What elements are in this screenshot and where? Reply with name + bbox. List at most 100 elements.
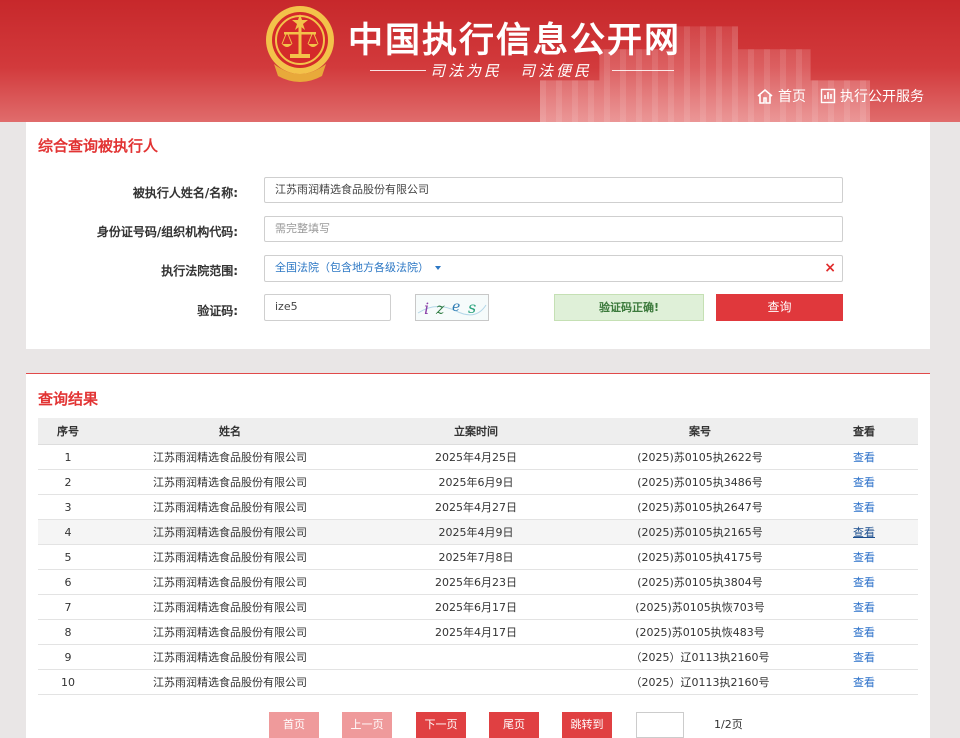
row-no: 6: [38, 569, 98, 595]
row-date: [362, 669, 590, 695]
row-name: 江苏雨润精选食品股份有限公司: [98, 494, 362, 520]
name-label: 被执行人姓名/名称:: [132, 186, 238, 200]
col-header-view: 查看: [810, 418, 918, 445]
row-date: 2025年6月9日: [362, 469, 590, 495]
row-date: 2025年4月25日: [362, 444, 590, 470]
table-row: 8 江苏雨润精选食品股份有限公司 2025年4月17日 (2025)苏0105执…: [38, 619, 918, 645]
table-row: 9 江苏雨润精选食品股份有限公司 （2025）辽0113执2160号 查看: [38, 644, 918, 670]
col-header-case: 案号: [590, 418, 810, 445]
id-number-input[interactable]: 需完整填写: [264, 216, 843, 242]
home-icon: [757, 88, 773, 104]
table-row: 7 江苏雨润精选食品股份有限公司 2025年6月17日 (2025)苏0105执…: [38, 594, 918, 620]
nav-home[interactable]: 首页: [756, 86, 806, 106]
table-row: 4 江苏雨润精选食品股份有限公司 2025年4月9日 (2025)苏0105执2…: [38, 519, 918, 545]
results-panel: 查询结果 序号 姓名 立案时间 案号 查看 1 江苏雨润精选食品股份有限公司 2…: [26, 373, 930, 738]
view-link[interactable]: 查看: [853, 626, 875, 639]
view-link[interactable]: 查看: [853, 576, 875, 589]
row-case: （2025）辽0113执2160号: [590, 644, 810, 670]
slogan-line-right: [612, 70, 674, 71]
results-header-row: 序号 姓名 立案时间 案号 查看: [38, 418, 918, 445]
row-no: 7: [38, 594, 98, 620]
row-case: (2025)苏0105执3804号: [590, 569, 810, 595]
name-input-value: 江苏雨润精选食品股份有限公司: [275, 183, 429, 196]
pagination: 首页 上一页 下一页 尾页 跳转到 1/2页: [26, 712, 930, 738]
first-page-button[interactable]: 首页: [269, 712, 319, 738]
row-no: 9: [38, 644, 98, 670]
row-name: 江苏雨润精选食品股份有限公司: [98, 644, 362, 670]
jump-page-input[interactable]: [636, 712, 684, 738]
row-no: 5: [38, 544, 98, 570]
row-no: 4: [38, 519, 98, 545]
id-number-placeholder: 需完整填写: [275, 222, 330, 235]
next-page-button[interactable]: 下一页: [416, 712, 466, 738]
results-panel-title: 查询结果: [38, 390, 99, 408]
row-no: 10: [38, 669, 98, 695]
page-info: 1/2页: [714, 718, 743, 731]
row-no: 8: [38, 619, 98, 645]
nav-home-label: 首页: [778, 89, 806, 105]
id-label: 身份证号码/组织机构代码:: [96, 225, 238, 239]
row-case: (2025)苏0105执2622号: [590, 444, 810, 470]
row-date: 2025年4月27日: [362, 494, 590, 520]
chart-icon: [820, 88, 836, 104]
site-slogan: 司法为民 司法便民: [430, 62, 593, 80]
row-name: 江苏雨润精选食品股份有限公司: [98, 469, 362, 495]
view-link[interactable]: 查看: [853, 501, 875, 514]
row-case: (2025)苏0105执4175号: [590, 544, 810, 570]
view-link[interactable]: 查看: [853, 526, 875, 539]
row-date: 2025年7月8日: [362, 544, 590, 570]
svg-text:i: i: [424, 299, 429, 318]
clear-icon[interactable]: ×: [824, 256, 836, 280]
row-case: (2025)苏0105执2647号: [590, 494, 810, 520]
view-link[interactable]: 查看: [853, 601, 875, 614]
court-scope-select[interactable]: 全国法院（包含地方各级法院） ×: [264, 255, 843, 282]
chevron-down-icon: [435, 266, 441, 270]
row-name: 江苏雨润精选食品股份有限公司: [98, 544, 362, 570]
row-case: (2025)苏0105执3486号: [590, 469, 810, 495]
table-row: 6 江苏雨润精选食品股份有限公司 2025年6月23日 (2025)苏0105执…: [38, 569, 918, 595]
captcha-label: 验证码:: [197, 304, 238, 318]
table-row: 1 江苏雨润精选食品股份有限公司 2025年4月25日 (2025)苏0105执…: [38, 444, 918, 470]
col-header-date: 立案时间: [362, 418, 590, 445]
court-scope-value: 全国法院（包含地方各级法院）: [275, 261, 429, 274]
captcha-image[interactable]: i z e s: [415, 294, 489, 321]
name-input[interactable]: 江苏雨润精选食品股份有限公司: [264, 177, 843, 203]
last-page-button[interactable]: 尾页: [489, 712, 539, 738]
search-panel-title: 综合查询被执行人: [38, 137, 159, 155]
nav-execution-service[interactable]: 执行公开服务: [820, 86, 924, 106]
national-court-emblem-icon: [266, 6, 334, 82]
row-case: (2025)苏0105执恢703号: [590, 594, 810, 620]
row-case: (2025)苏0105执恢483号: [590, 619, 810, 645]
results-table: 序号 姓名 立案时间 案号 查看 1 江苏雨润精选食品股份有限公司 2025年4…: [38, 418, 918, 695]
jump-button[interactable]: 跳转到: [562, 712, 612, 738]
view-link[interactable]: 查看: [853, 651, 875, 664]
row-date: [362, 644, 590, 670]
table-row: 5 江苏雨润精选食品股份有限公司 2025年7月8日 (2025)苏0105执4…: [38, 544, 918, 570]
svg-text:s: s: [468, 298, 476, 317]
row-no: 1: [38, 444, 98, 470]
row-name: 江苏雨润精选食品股份有限公司: [98, 594, 362, 620]
row-name: 江苏雨润精选食品股份有限公司: [98, 569, 362, 595]
prev-page-button[interactable]: 上一页: [342, 712, 392, 738]
captcha-input[interactable]: ize5: [264, 294, 391, 321]
slogan-line-left: [370, 70, 426, 71]
table-row: 2 江苏雨润精选食品股份有限公司 2025年6月9日 (2025)苏0105执3…: [38, 469, 918, 495]
row-case: （2025）辽0113执2160号: [590, 669, 810, 695]
view-link[interactable]: 查看: [853, 476, 875, 489]
row-date: 2025年4月9日: [362, 519, 590, 545]
captcha-graphic: i z e s: [417, 298, 487, 318]
top-nav: 首页 执行公开服务: [756, 86, 924, 106]
row-date: 2025年4月17日: [362, 619, 590, 645]
row-no: 2: [38, 469, 98, 495]
row-name: 江苏雨润精选食品股份有限公司: [98, 444, 362, 470]
svg-text:e: e: [452, 299, 460, 315]
view-link[interactable]: 查看: [853, 551, 875, 564]
col-header-name: 姓名: [98, 418, 362, 445]
view-link[interactable]: 查看: [853, 676, 875, 689]
query-button[interactable]: 查询: [716, 294, 843, 321]
view-link[interactable]: 查看: [853, 451, 875, 464]
col-header-no: 序号: [38, 418, 98, 445]
row-no: 3: [38, 494, 98, 520]
captcha-status-badge: 验证码正确!: [554, 294, 704, 321]
nav-execution-service-label: 执行公开服务: [840, 89, 924, 105]
